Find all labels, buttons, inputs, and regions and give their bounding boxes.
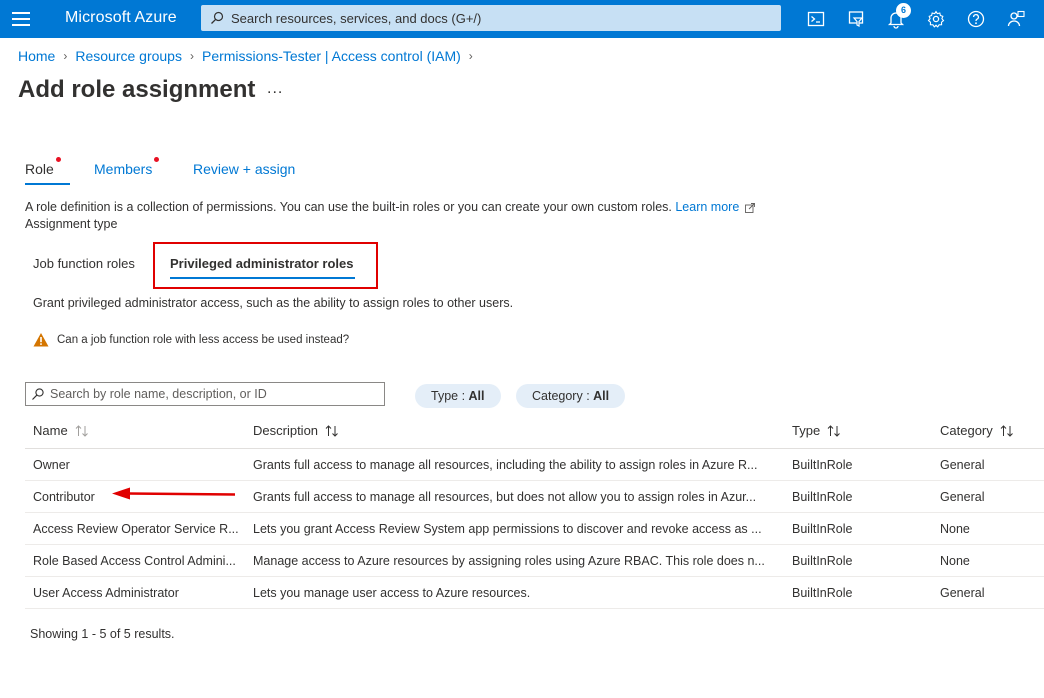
table-row[interactable]: Owner Grants full access to manage all r… [25,449,1044,481]
breadcrumb-home[interactable]: Home [18,48,55,64]
chevron-right-icon: › [189,49,194,63]
chevron-right-icon: › [468,49,473,63]
cloud-shell-icon[interactable] [806,9,826,29]
column-header-type[interactable]: Type [792,423,842,438]
feedback-icon[interactable] [1006,9,1026,29]
role-description-cell: Grants full access to manage all resourc… [253,490,757,504]
sort-icon [827,424,841,437]
role-category: General [940,490,985,504]
required-dot [55,157,61,162]
role-category: None [940,554,970,568]
menu-icon[interactable] [12,10,30,28]
role-type: BuiltInRole [792,490,853,504]
chevron-right-icon: › [63,49,68,63]
warning-icon [33,333,49,347]
highlight-annotation-box [153,242,378,289]
category-filter-label: Category : [532,389,594,403]
role-type: BuiltInRole [792,522,853,536]
search-icon [211,11,224,24]
role-search-placeholder: Search by role name, description, or ID [50,387,267,401]
role-description-cell: Lets you grant Access Review System app … [253,522,762,536]
column-header-type-label: Type [792,423,821,438]
tab-members-label: Members [94,161,153,177]
role-category: General [940,458,985,472]
table-row[interactable]: User Access Administrator Lets you manag… [25,577,1044,609]
top-bar: Microsoft Azure Search resources, servic… [0,0,1044,38]
role-name: User Access Administrator [33,586,179,600]
assignment-type-label: Assignment type [25,217,118,231]
global-search-input[interactable]: Search resources, services, and docs (G+… [201,5,781,31]
required-dot [154,157,160,162]
global-search-placeholder: Search resources, services, and docs (G+… [231,11,482,26]
tab-members[interactable]: Members [94,157,160,177]
role-category: General [940,586,985,600]
type-filter-label: Type : [431,389,469,403]
active-tab-indicator [25,183,70,185]
grant-description: Grant privileged administrator access, s… [33,296,514,310]
table-row[interactable]: Role Based Access Control Admini... Mana… [25,545,1044,577]
page-title: Add role assignment [18,76,256,103]
column-header-category[interactable]: Category [940,423,1015,438]
type-filter-value: All [468,389,485,403]
annotation-arrow-icon [112,487,236,500]
role-type: BuiltInRole [792,458,853,472]
column-header-description[interactable]: Description [253,423,340,438]
role-description-cell: Grants full access to manage all resourc… [253,458,758,472]
role-type: BuiltInRole [792,554,853,568]
sort-icon [325,424,338,437]
sort-icon [1000,424,1013,437]
tab-role[interactable]: Role [25,157,61,177]
tab-review-assign-label: Review + assign [193,161,296,177]
settings-gear-icon[interactable] [926,9,946,29]
warning-text: Can a job function role with less access… [57,334,350,346]
role-category: None [940,522,970,536]
category-filter-value: All [593,389,610,403]
more-options-button[interactable]: ... [267,80,283,98]
table-row[interactable]: Access Review Operator Service R... Lets… [25,513,1044,545]
tab-review-assign[interactable]: Review + assign [193,161,295,177]
role-description-cell: Manage access to Azure resources by assi… [253,554,765,568]
column-header-name[interactable]: Name [33,423,90,438]
role-type: BuiltInRole [792,586,853,600]
search-icon [32,388,44,400]
external-link-icon [744,202,755,213]
role-name: Role Based Access Control Admini... [33,554,236,568]
role-description: A role definition is a collection of per… [25,200,672,214]
help-icon[interactable] [966,9,986,29]
brand-label[interactable]: Microsoft Azure [65,9,177,27]
notifications-badge: 6 [896,3,911,18]
breadcrumb: Home › Resource groups › Permissions-Tes… [18,48,481,64]
column-header-name-label: Name [33,423,68,438]
role-description-cell: Lets you manage user access to Azure res… [253,586,531,600]
category-filter-button[interactable]: Category : All [516,384,626,408]
column-header-description-label: Description [253,423,319,438]
role-name: Access Review Operator Service R... [33,522,239,536]
results-count: Showing 1 - 5 of 5 results. [30,627,175,641]
subtab-job-function-roles[interactable]: Job function roles [33,256,135,271]
role-description-text: A role definition is a collection of per… [25,200,755,214]
learn-more-link[interactable]: Learn more [675,200,739,214]
type-filter-button[interactable]: Type : All [415,384,501,408]
breadcrumb-access-control[interactable]: Permissions-Tester | Access control (IAM… [202,48,461,64]
breadcrumb-resource-groups[interactable]: Resource groups [75,48,182,64]
sort-icon [75,424,88,437]
role-search-input[interactable]: Search by role name, description, or ID [25,382,385,406]
column-header-category-label: Category [940,423,993,438]
role-name: Owner [33,458,70,472]
directory-filter-icon[interactable] [846,9,866,29]
tab-role-label: Role [25,161,54,177]
